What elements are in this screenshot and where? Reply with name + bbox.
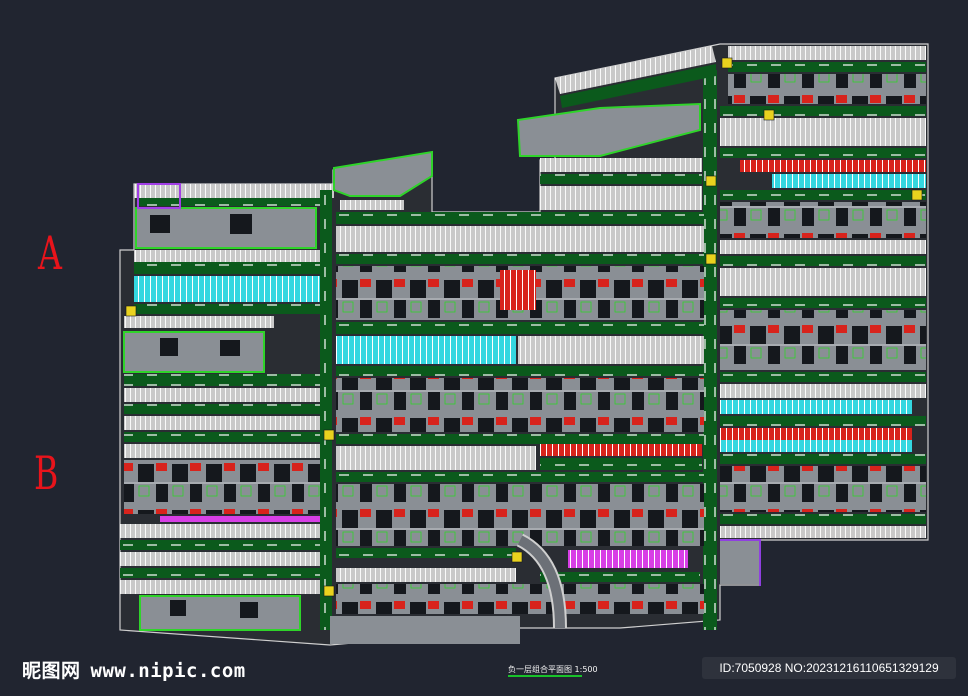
zone-a-label: A xyxy=(38,226,62,280)
basement-floor-plan xyxy=(119,43,929,646)
image-id-label: ID:7050928 NO:20231216110651329129 xyxy=(702,657,956,679)
vertical-drive-right xyxy=(703,70,717,630)
watermark: 昵图网 www.nipic.com xyxy=(22,656,246,683)
left-wing xyxy=(120,184,334,631)
title-underline xyxy=(508,675,582,677)
watermark-url: www.nipic.com xyxy=(90,660,246,682)
plan-title-text: 负一层组合平面图 xyxy=(508,665,572,674)
vertical-drive-left xyxy=(320,190,332,630)
plan-title: 负一层组合平面图 1:500 xyxy=(508,664,598,675)
zone-b-label: B xyxy=(34,446,59,500)
plan-scale: 1:500 xyxy=(574,665,598,674)
watermark-brand: 昵图网 xyxy=(22,660,81,682)
right-wing xyxy=(720,46,926,584)
